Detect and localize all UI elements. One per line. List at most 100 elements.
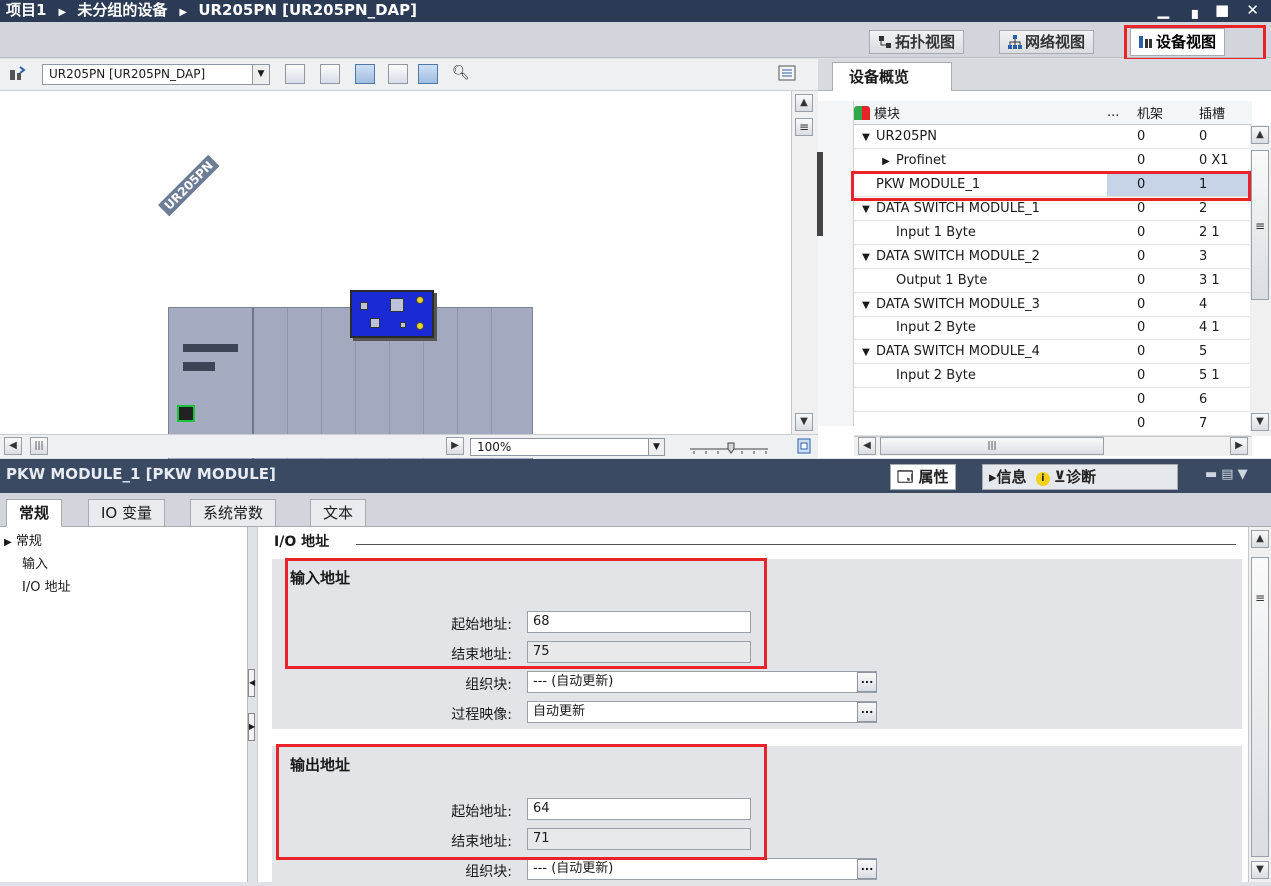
scroll-up-icon[interactable]: ▲	[1251, 126, 1269, 144]
canvas-vertical-scrollbar[interactable]: ▲ ≡ ▼	[791, 91, 818, 434]
tab-device-view[interactable]: 设备视图	[1130, 28, 1226, 56]
input-start-address-field[interactable]: 68	[527, 611, 751, 633]
table-row[interactable]: Input 1 Byte 0 2 1	[854, 220, 1252, 245]
tab-info[interactable]: ▸信息 i ⊻诊断	[982, 464, 1178, 490]
chevron-down-icon[interactable]: ▼	[252, 65, 269, 84]
panel-icon[interactable]	[418, 64, 438, 84]
output-start-address-field[interactable]: 64	[527, 798, 751, 820]
window-controls[interactable]: ▁ ▗ ■ ✕	[1158, 0, 1265, 20]
output-organization-block-field[interactable]: --- (自动更新)	[527, 858, 877, 880]
breadcrumb-device[interactable]: UR205PN [UR205PN_DAP]	[198, 1, 417, 19]
tab-io-tags[interactable]: IO 变量	[88, 499, 165, 527]
collapse-triangle-icon[interactable]: ▼	[856, 252, 876, 263]
output-ob-browse-button[interactable]: ...	[857, 859, 877, 879]
table-row[interactable]: Input 2 Byte 0 5 1	[854, 363, 1252, 389]
zoom-select[interactable]: 100% ▼	[470, 438, 665, 456]
pen-icon[interactable]	[355, 64, 375, 84]
overview-row-gutter	[818, 101, 854, 426]
tab-properties[interactable]: 🗔︎ 属性	[890, 464, 956, 490]
scroll-thumb[interactable]: ≡	[1251, 150, 1269, 300]
collapse-triangle-icon[interactable]: ▼	[856, 300, 876, 311]
tab-texts[interactable]: 文本	[310, 499, 367, 527]
scroll-left-icon[interactable]: ◀	[858, 437, 876, 455]
list-view-icon[interactable]	[285, 64, 305, 84]
column-header-rack[interactable]: 机架	[1137, 101, 1199, 126]
chevron-down-icon[interactable]: ▼	[648, 439, 664, 455]
topology-icon	[878, 33, 892, 48]
expand-triangle-icon[interactable]: ▶	[876, 156, 896, 167]
scroll-up-icon[interactable]: ▲	[795, 94, 813, 112]
table-row[interactable]: Output 1 Byte 0 3 1	[854, 268, 1252, 293]
module-cell	[854, 387, 1107, 413]
table-row[interactable]: ▼ UR205PN 0 0	[854, 124, 1252, 150]
horizontal-scroll-thumb[interactable]: |||	[30, 437, 48, 455]
overview-horizontal-scrollbar[interactable]: ◀ ||| ▶	[854, 436, 1252, 456]
grid-icon[interactable]	[388, 64, 408, 84]
overview-navigation-icon[interactable]	[795, 438, 813, 458]
output-ob-label: 组织块:	[465, 864, 512, 880]
scroll-right-icon[interactable]: ▶	[446, 437, 464, 455]
tab-general[interactable]: 常规	[6, 499, 63, 527]
table-row[interactable]: PKW MODULE_1 0 1	[854, 172, 1252, 198]
expand-right-icon[interactable]: ▶	[248, 713, 255, 741]
table-row[interactable]: Input 2 Byte 0 4 1	[854, 316, 1252, 341]
tab-properties-label: 属性	[918, 468, 949, 486]
scroll-right-icon[interactable]: ▶	[1230, 437, 1248, 455]
column-header-module[interactable]: 模块	[854, 101, 1107, 126]
breadcrumb-separator-icon: ▶	[179, 7, 188, 18]
input-ob-browse-button[interactable]: ...	[857, 672, 877, 692]
module-cell: ▼ UR205PN	[854, 124, 1107, 150]
overview-toggle-icon[interactable]	[778, 65, 796, 85]
table-row[interactable]: ▼ DATA SWITCH MODULE_3 0 4	[854, 292, 1252, 317]
horizontal-scroll-thumb[interactable]: |||	[880, 437, 1104, 455]
collapse-triangle-icon[interactable]: ▼	[856, 204, 876, 215]
splitter-handle[interactable]	[817, 152, 823, 236]
collapse-triangle-icon[interactable]: ▼	[856, 347, 876, 358]
table-row[interactable]: 06	[854, 387, 1252, 413]
breadcrumb-group[interactable]: 未分组的设备	[77, 1, 167, 19]
column-header-more[interactable]: ...	[1107, 101, 1137, 126]
scroll-up-icon[interactable]: ▲	[1251, 530, 1269, 548]
content-vertical-scrollbar[interactable]: ▲ ≡ ▼	[1248, 527, 1271, 882]
device-select[interactable]: UR205PN [UR205PN_DAP] ▼	[42, 64, 270, 85]
breadcrumb-project[interactable]: 项目1	[6, 1, 46, 19]
profinet-port-icon[interactable]	[177, 405, 195, 422]
nav-item-io-address[interactable]: I/O 地址	[22, 578, 71, 598]
nav-splitter[interactable]: ◀ ▶	[248, 527, 258, 882]
scroll-thumb[interactable]: ≡	[795, 118, 813, 136]
scroll-down-icon[interactable]: ▼	[795, 413, 813, 431]
table-row[interactable]: ▼ DATA SWITCH MODULE_4 0 5	[854, 339, 1252, 365]
device-tree-icon[interactable]	[8, 64, 28, 84]
tab-network-view[interactable]: 网络视图	[999, 30, 1095, 54]
info-badge-icon: i	[1035, 472, 1050, 486]
rack-cell: 0	[1137, 387, 1199, 413]
module-icon[interactable]	[350, 290, 434, 338]
column-header-slot[interactable]: 插槽	[1199, 101, 1252, 126]
nav-item-general[interactable]: ▶ 常规	[4, 532, 42, 553]
scroll-down-icon[interactable]: ▼	[1251, 861, 1269, 879]
zoom-icon[interactable]: 🔍︎	[452, 65, 470, 81]
tab-device-overview[interactable]: 设备概览	[832, 62, 952, 92]
input-process-image-field[interactable]: 自动更新	[527, 701, 877, 723]
name-swap-icon[interactable]	[320, 64, 340, 84]
table-row[interactable]: 07	[854, 411, 1252, 436]
input-pi-browse-button[interactable]: ...	[857, 702, 877, 722]
panel-controls[interactable]: ▬▤▼	[1205, 467, 1252, 482]
rack-cell: 0	[1137, 196, 1199, 221]
input-organization-block-field[interactable]: --- (自动更新)	[527, 671, 877, 693]
scroll-left-icon[interactable]: ◀	[4, 437, 22, 455]
canvas-status-bar: ◀ ||| ▶ 100% ▼	[0, 434, 818, 458]
scroll-thumb[interactable]: ≡	[1251, 557, 1269, 857]
table-row[interactable]: ▼ DATA SWITCH MODULE_1 0 2	[854, 196, 1252, 221]
overview-vertical-scrollbar[interactable]: ▲ ≡ ▼	[1250, 125, 1271, 436]
scroll-down-icon[interactable]: ▼	[1251, 413, 1269, 431]
tab-topology-view[interactable]: 拓扑视图	[869, 30, 965, 54]
table-row[interactable]: ▶ Profinet 0 0 X1	[854, 148, 1252, 174]
collapse-left-icon[interactable]: ◀	[248, 669, 255, 697]
collapse-triangle-icon[interactable]: ▼	[856, 132, 876, 143]
device-canvas[interactable]: UR205PN ▲ ≡ ▼	[0, 91, 818, 499]
zoom-slider[interactable]	[688, 439, 770, 459]
table-row[interactable]: ▼ DATA SWITCH MODULE_2 0 3	[854, 244, 1252, 269]
tab-system-constants[interactable]: 系统常数	[190, 499, 277, 527]
nav-item-input[interactable]: 输入	[22, 555, 48, 575]
